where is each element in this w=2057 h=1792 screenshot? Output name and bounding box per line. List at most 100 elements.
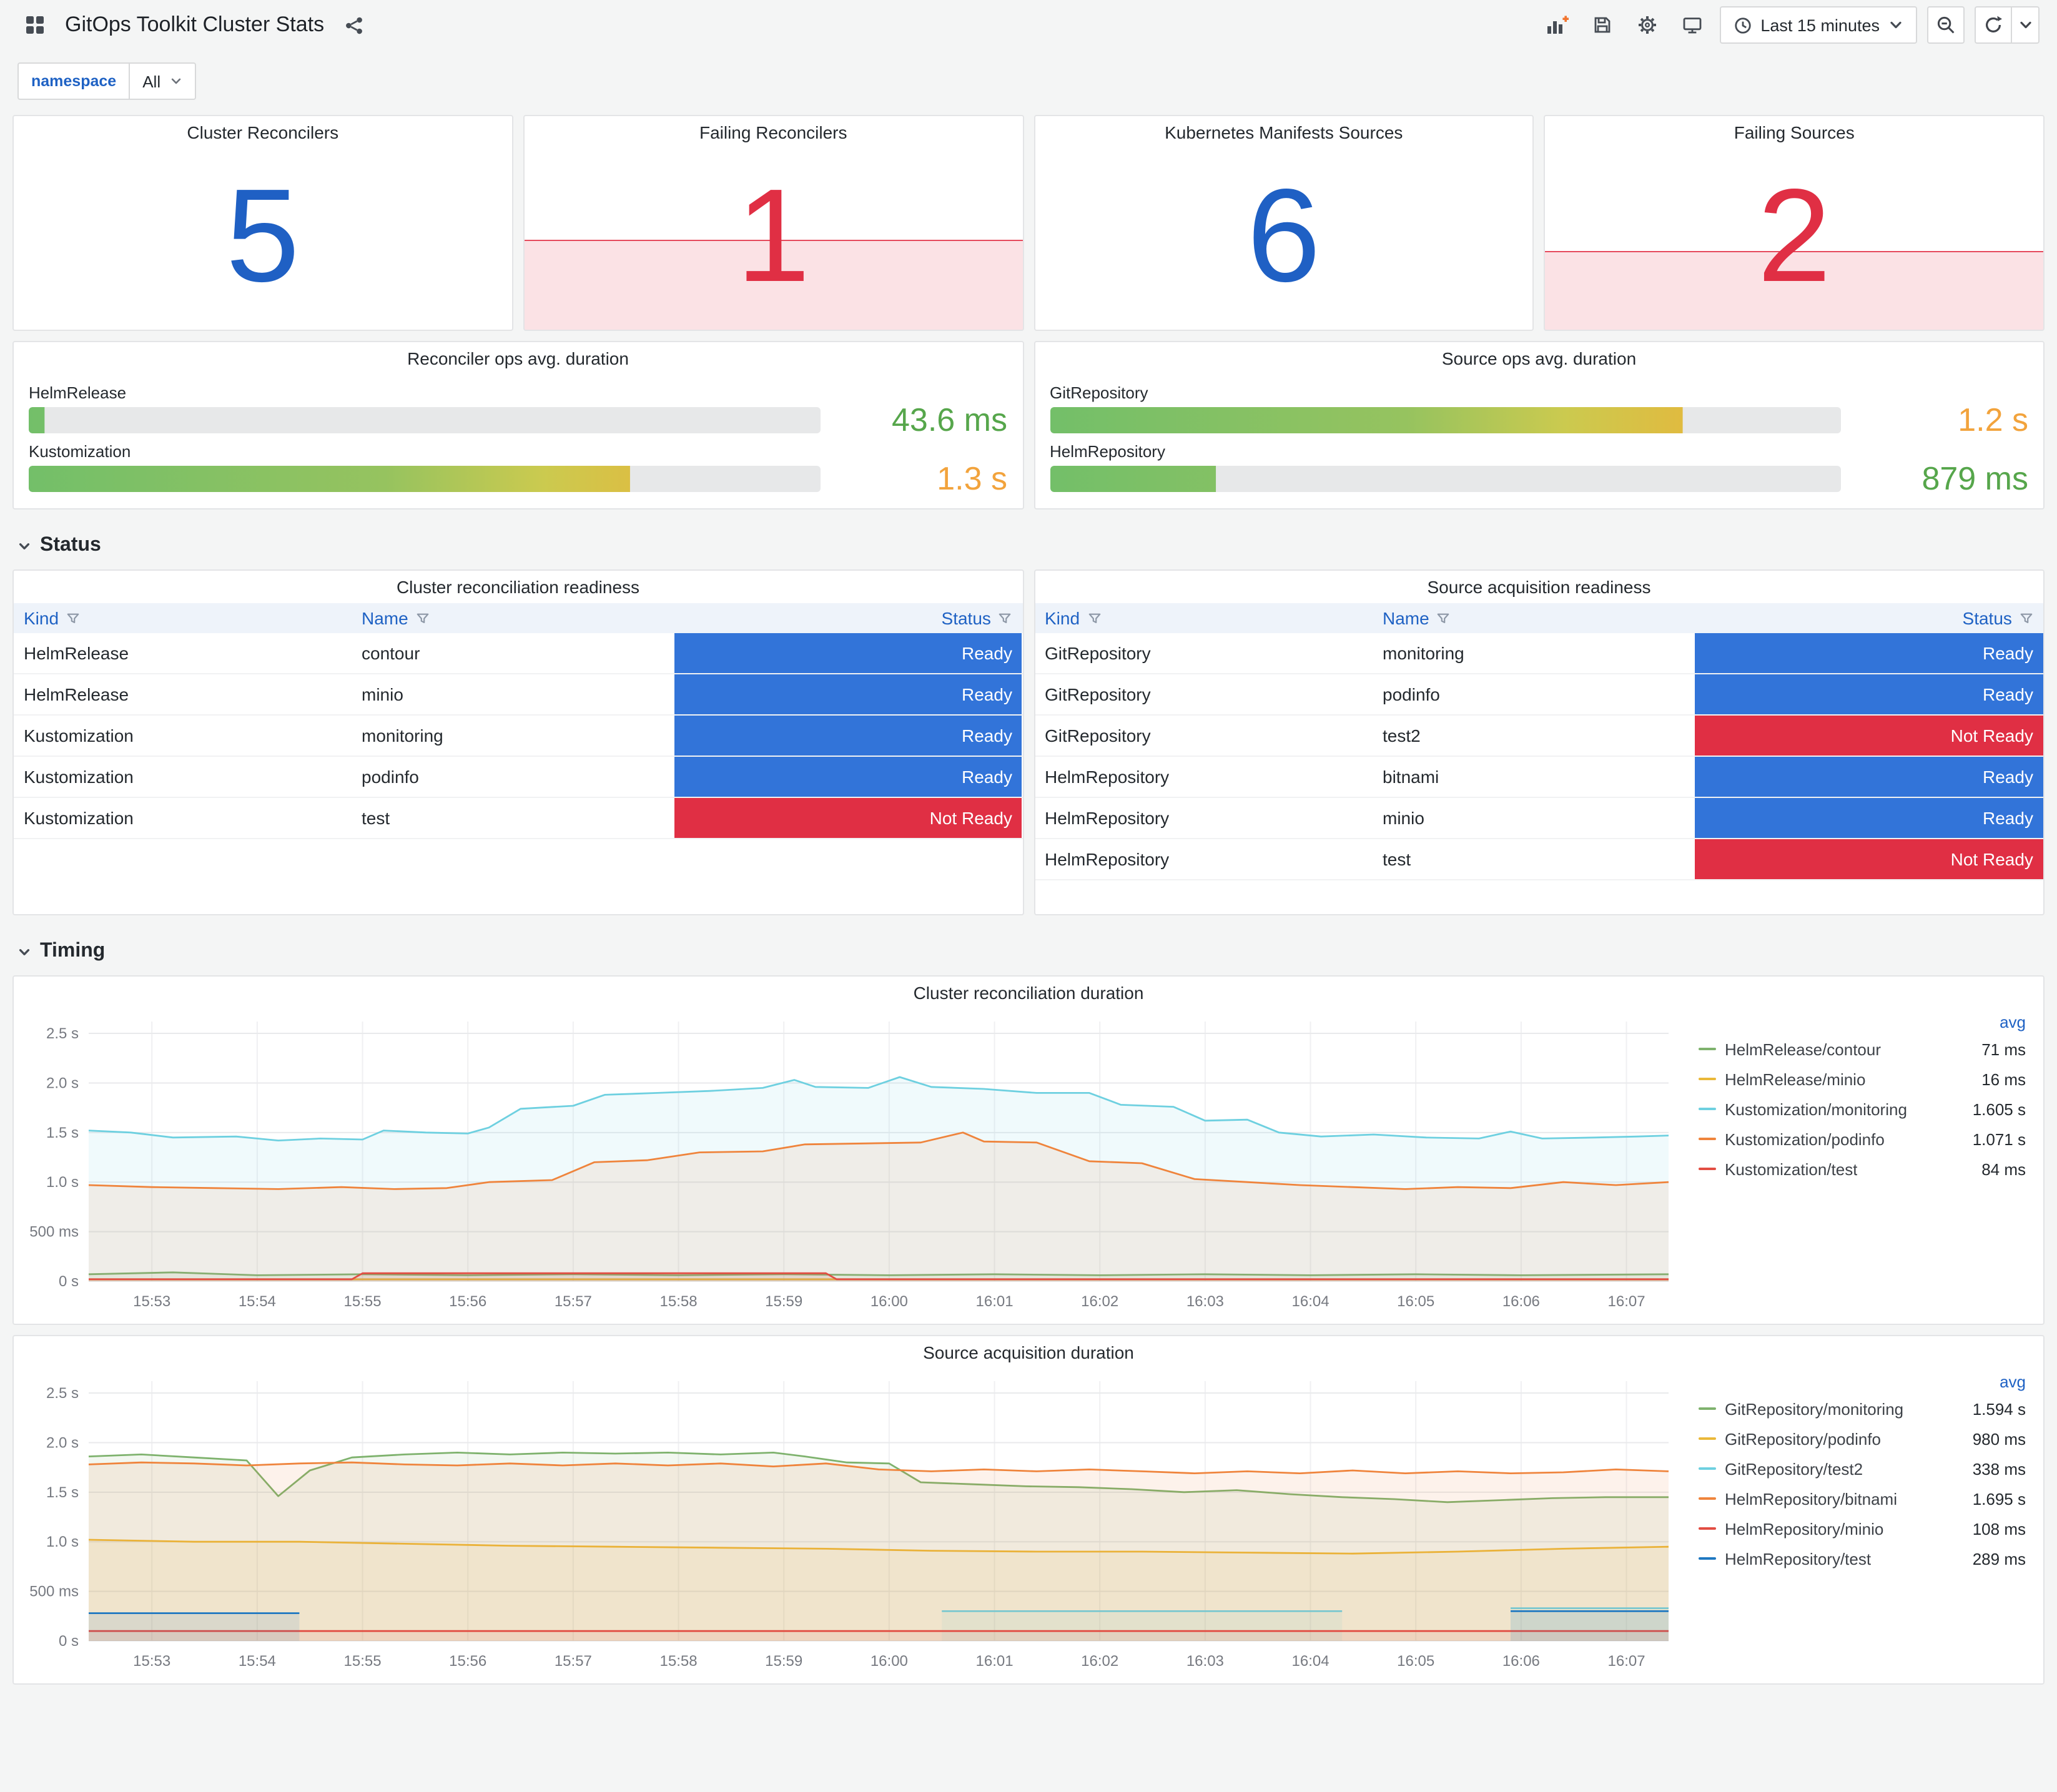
stat-panel: Cluster Reconcilers 5 [12, 115, 513, 331]
legend-series-name[interactable]: HelmRelease/contour [1725, 1040, 1881, 1058]
variable-selected-value: All [142, 72, 161, 91]
legend-avg-header[interactable]: avg [1699, 1369, 2026, 1394]
legend-item: HelmRepository/bitnami 1.695 s [1699, 1484, 2026, 1514]
legend-series-name[interactable]: GitRepository/monitoring [1725, 1399, 1903, 1418]
section-header-status[interactable]: Status [12, 519, 2045, 569]
settings-gear-icon[interactable] [1629, 7, 1664, 42]
filter-icon[interactable] [999, 611, 1012, 625]
add-panel-icon[interactable] [1539, 7, 1574, 42]
legend-series-name[interactable]: HelmRelease/minio [1725, 1070, 1865, 1088]
panel-title[interactable]: Source ops avg. duration [1050, 342, 2028, 375]
series-color-dash [1699, 1078, 1716, 1080]
gauge-value: 43.6 ms [892, 401, 1007, 438]
panel-title[interactable]: Source acquisition duration [24, 1336, 2033, 1369]
refresh-button[interactable] [1975, 6, 2012, 44]
legend-avg-header[interactable]: avg [1699, 1009, 2026, 1034]
panel-title[interactable]: Reconciler ops avg. duration [29, 342, 1007, 375]
column-header-name[interactable]: Name [352, 603, 674, 633]
y-axis-label: 2.0 s [46, 1075, 79, 1091]
bargauge-panel: Reconciler ops avg. duration HelmRelease 4… [12, 341, 1024, 510]
column-header-label: Name [1383, 608, 1429, 628]
dashboard-root: GitOps Toolkit Cluster Stats Last 15 min… [0, 0, 2057, 1792]
time-range-picker[interactable]: Last 15 minutes [1719, 6, 1917, 44]
table-panel: Source acquisition readiness Kind Name Stat… [1033, 569, 2045, 915]
status-badge-cell: Ready [674, 633, 1022, 673]
column-header-kind[interactable]: Kind [14, 603, 352, 633]
legend-series-name[interactable]: Kustomization/monitoring [1725, 1100, 1907, 1118]
section-label: Timing [40, 940, 106, 962]
series-color-dash [1699, 1527, 1716, 1530]
chart-plot: 0 s 500 ms 1.0 s 1.5 s 2.0 s 2.5 s 15:53 15:54 1… [24, 1369, 1686, 1676]
panel-title[interactable]: Cluster Reconcilers [14, 116, 512, 149]
legend-series-avg: 1.695 s [1972, 1489, 2026, 1508]
series-color-dash [1699, 1108, 1716, 1110]
column-header-name[interactable]: Name [1373, 603, 1695, 633]
section-header-timing[interactable]: Timing [12, 925, 2045, 975]
legend-series-name[interactable]: HelmRepository/bitnami [1725, 1489, 1897, 1508]
refresh-interval-dropdown[interactable] [2012, 6, 2040, 44]
y-axis-label: 500 ms [29, 1583, 79, 1600]
legend-series-name[interactable]: GitRepository/podinfo [1725, 1429, 1881, 1448]
cell-kind: HelmRelease [24, 684, 129, 704]
gauge-main: HelmRepository [1050, 442, 1841, 492]
status-badge-cell: Ready [674, 716, 1022, 756]
legend-item: HelmRepository/minio 108 ms [1699, 1514, 2026, 1543]
filter-icon[interactable] [2020, 611, 2033, 625]
legend-series-name[interactable]: HelmRepository/test [1725, 1549, 1871, 1568]
dashboard-title: GitOps Toolkit Cluster Stats [65, 12, 325, 36]
bargauge-panel: Source ops avg. duration GitRepository 1.2… [1033, 341, 2045, 510]
series-color-dash [1699, 1437, 1716, 1440]
legend: avg HelmRelease/contour 71 ms HelmRelease/m… [1686, 1009, 2033, 1316]
table-row: GitRepository test2 Not Ready [1035, 716, 2043, 757]
cycle-view-monitor-icon[interactable] [1674, 7, 1709, 42]
x-axis-label: 16:05 [1397, 1293, 1434, 1310]
status-badge-cell: Not Ready [674, 798, 1022, 838]
filter-icon[interactable] [1087, 611, 1101, 625]
share-icon[interactable] [337, 7, 372, 42]
gauge-value: 879 ms [1921, 460, 2028, 497]
panel-title[interactable]: Kubernetes Manifests Sources [1035, 116, 1533, 149]
column-header-kind[interactable]: Kind [1035, 603, 1373, 633]
variable-label: namespace [17, 62, 129, 100]
chart-plot: 0 s 500 ms 1.0 s 1.5 s 2.0 s 2.5 s 15:53 15:54 1… [24, 1009, 1686, 1316]
x-axis-label: 16:06 [1502, 1293, 1540, 1310]
x-axis-label: 15:59 [765, 1293, 802, 1310]
table-row: HelmRepository bitnami Ready [1035, 757, 2043, 798]
panel-title[interactable]: Cluster reconciliation duration [24, 977, 2033, 1009]
panel-title[interactable]: Failing Sources [1546, 116, 2044, 149]
column-header-status[interactable]: Status [1695, 603, 2043, 633]
stat-panel: Kubernetes Manifests Sources 6 [1033, 115, 1534, 331]
gauge-label: Kustomization [29, 442, 131, 461]
panel-title[interactable]: Source acquisition readiness [1035, 571, 2043, 603]
column-header-status[interactable]: Status [674, 603, 1022, 633]
apps-grid-icon[interactable] [17, 7, 52, 42]
legend-series-avg: 108 ms [1972, 1519, 2026, 1538]
gauge-label: GitRepository [1050, 383, 1148, 402]
filter-icon[interactable] [66, 611, 80, 625]
legend-series-name[interactable]: Kustomization/test [1725, 1159, 1857, 1178]
variable-namespace: namespace All [17, 62, 196, 100]
charts-column: Cluster reconciliation duration 0 s 500 ms… [12, 975, 2045, 1685]
panel-title[interactable]: Cluster reconciliation readiness [14, 571, 1022, 603]
legend-series-name[interactable]: Kustomization/podinfo [1725, 1130, 1885, 1148]
legend-series-name[interactable]: GitRepository/test2 [1725, 1459, 1863, 1478]
series-color-dash [1699, 1138, 1716, 1140]
filter-icon[interactable] [1437, 611, 1451, 625]
filter-icon[interactable] [416, 611, 430, 625]
table-panel: Cluster reconciliation readiness Kind Name… [12, 569, 1024, 915]
section-label: Status [40, 534, 101, 556]
variable-value-dropdown[interactable]: All [129, 62, 196, 100]
legend-series-avg: 16 ms [1981, 1070, 2026, 1088]
zoom-out-button[interactable] [1927, 6, 1965, 44]
panel-title[interactable]: Failing Reconcilers [525, 116, 1023, 149]
save-icon[interactable] [1584, 7, 1619, 42]
cell-kind: HelmRepository [1045, 767, 1170, 787]
chart-canvas[interactable]: 0 s 500 ms 1.0 s 1.5 s 2.0 s 2.5 s 15:53 15:54 1… [24, 1009, 1686, 1316]
chart-canvas[interactable]: 0 s 500 ms 1.0 s 1.5 s 2.0 s 2.5 s 15:53 15:54 1… [24, 1369, 1686, 1676]
x-axis-label: 16:01 [976, 1293, 1014, 1310]
cell-kind: HelmRelease [24, 643, 129, 663]
time-range-label: Last 15 minutes [1760, 16, 1880, 34]
cell-name: podinfo [362, 767, 419, 787]
legend-series-name[interactable]: HelmRepository/minio [1725, 1519, 1883, 1538]
cell-kind: Kustomization [24, 808, 134, 828]
